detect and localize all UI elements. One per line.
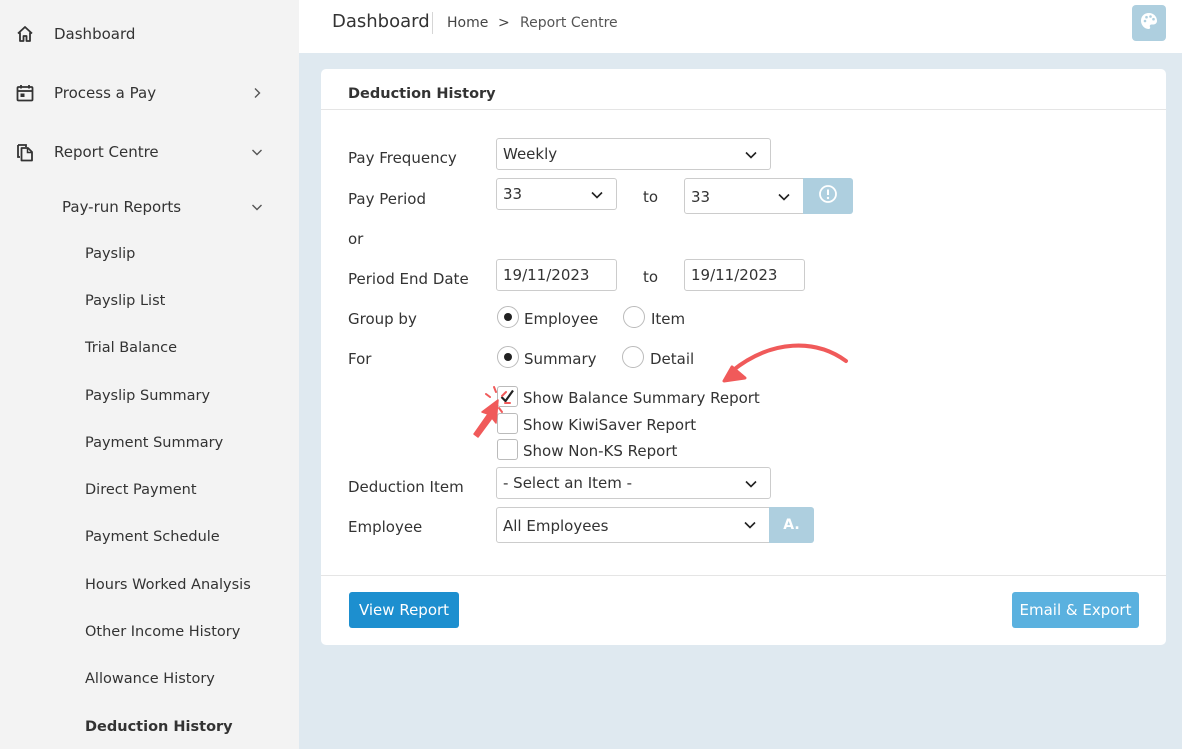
sidebar-item-payment-summary[interactable]: Payment Summary — [0, 435, 299, 455]
view-report-button[interactable]: View Report — [349, 592, 459, 628]
employee-label: Employee — [348, 518, 423, 536]
sidebar-item-other-income-history[interactable]: Other Income History — [0, 624, 299, 644]
sidebar-item-label: Payment Summary — [85, 435, 224, 451]
employee-addon-button[interactable]: A. — [769, 507, 814, 543]
theme-button[interactable] — [1132, 5, 1166, 41]
deduction-item-select[interactable]: - Select an Item - — [496, 467, 771, 499]
pay-period-from-value: 33 — [503, 185, 523, 203]
sidebar-item-payslip[interactable]: Payslip — [0, 246, 299, 266]
pay-period-label: Pay Period — [348, 190, 426, 208]
sidebar-item-label: Payslip Summary — [85, 388, 211, 404]
sidebar-item-trial-balance[interactable]: Trial Balance — [0, 340, 299, 360]
sidebar-item-label: Payment Schedule — [85, 529, 220, 545]
or-label: or — [348, 230, 364, 248]
sidebar-item-label: Direct Payment — [85, 482, 197, 498]
card-header: Deduction History — [321, 69, 1166, 110]
employee-select[interactable]: All Employees — [496, 507, 770, 543]
group-by-label: Group by — [348, 310, 417, 328]
pay-period-info-button[interactable] — [803, 178, 853, 214]
documents-icon — [15, 142, 35, 162]
period-end-date-label: Period End Date — [348, 270, 469, 288]
sidebar-item-label: Payslip — [85, 246, 136, 262]
chevron-down-icon — [743, 518, 757, 532]
deduction-item-label: Deduction Item — [348, 478, 464, 496]
pay-frequency-value: Weekly — [503, 145, 558, 163]
nav-item-dashboard[interactable]: Dashboard — [0, 23, 299, 45]
chevron-down-icon — [250, 145, 264, 159]
sidebar-item-payslip-summary[interactable]: Payslip Summary — [0, 388, 299, 408]
nav-group-pay-run-reports[interactable]: Pay-run Reports — [0, 196, 299, 218]
pay-period-from-select[interactable]: 33 — [496, 178, 617, 210]
chevron-down-icon — [590, 188, 604, 202]
group-by-employee-radio[interactable] — [497, 306, 519, 328]
nav-label-report-centre: Report Centre — [54, 143, 159, 161]
breadcrumb-home-link[interactable]: Home — [447, 15, 488, 31]
breadcrumb-current: Report Centre — [520, 15, 618, 31]
pay-frequency-select[interactable]: Weekly — [496, 138, 771, 170]
sidebar-item-label: Deduction History — [85, 719, 233, 735]
chevron-down-icon — [744, 477, 758, 491]
email-export-button[interactable]: Email & Export — [1012, 592, 1139, 628]
sidebar-item-label: Other Income History — [85, 624, 241, 640]
calendar-icon — [15, 83, 35, 103]
nav-item-process-a-pay[interactable]: Process a Pay — [0, 82, 299, 104]
sidebar-item-label: Payslip List — [85, 293, 166, 309]
chevron-right-icon — [250, 86, 264, 100]
group-by-employee-label: Employee — [524, 310, 599, 328]
pay-period-to-value: 33 — [691, 188, 711, 206]
for-label: For — [348, 350, 372, 368]
divider — [321, 575, 1166, 576]
sidebar-item-payment-schedule[interactable]: Payment Schedule — [0, 529, 299, 549]
pay-period-to-label: to — [643, 188, 659, 206]
pay-frequency-label: Pay Frequency — [348, 149, 457, 167]
click-pointer-icon — [473, 386, 511, 438]
top-bar: Dashboard Home > Report Centre — [299, 0, 1182, 53]
period-end-date-to-value: 19/11/2023 — [691, 266, 778, 284]
period-end-date-from-input[interactable]: 19/11/2023 — [496, 259, 617, 291]
sidebar-item-hours-worked-analysis[interactable]: Hours Worked Analysis — [0, 577, 299, 597]
sidebar-item-label: Trial Balance — [85, 340, 178, 356]
chevron-down-icon — [250, 200, 264, 214]
chevron-down-icon — [744, 148, 758, 162]
nav-label-dashboard: Dashboard — [54, 25, 136, 43]
card-title: Deduction History — [348, 86, 496, 102]
sidebar-item-label: Allowance History — [85, 671, 215, 687]
alert-circle-icon — [818, 184, 838, 208]
group-by-item-radio[interactable] — [623, 306, 645, 328]
deduction-item-value: - Select an Item - — [503, 474, 633, 492]
sidebar-item-payslip-list[interactable]: Payslip List — [0, 293, 299, 313]
palette-icon — [1139, 11, 1159, 35]
divider — [432, 12, 433, 34]
nav-group-label: Pay-run Reports — [62, 198, 182, 216]
breadcrumb-separator: > — [498, 15, 510, 31]
page-title: Dashboard — [332, 11, 430, 32]
group-by-item-label: Item — [651, 310, 686, 328]
annotation-arrow — [722, 343, 848, 383]
nav-label-process-a-pay: Process a Pay — [54, 84, 157, 102]
home-icon — [15, 24, 35, 44]
chevron-down-icon — [777, 190, 791, 204]
sidebar-item-label: Hours Worked Analysis — [85, 577, 251, 593]
period-end-date-to-input[interactable]: 19/11/2023 — [684, 259, 805, 291]
period-end-date-to-label: to — [643, 268, 659, 286]
nav-item-report-centre[interactable]: Report Centre — [0, 141, 299, 163]
period-end-date-from-value: 19/11/2023 — [503, 266, 590, 284]
sidebar: Dashboard Process a Pay Report Centre Pa… — [0, 0, 299, 749]
employee-addon-label: A. — [783, 517, 800, 533]
sidebar-item-deduction-history[interactable]: Deduction History — [0, 719, 299, 739]
pay-period-to-select[interactable]: 33 — [684, 178, 804, 214]
employee-value: All Employees — [503, 517, 609, 535]
sidebar-item-allowance-history[interactable]: Allowance History — [0, 671, 299, 691]
sidebar-item-direct-payment[interactable]: Direct Payment — [0, 482, 299, 502]
